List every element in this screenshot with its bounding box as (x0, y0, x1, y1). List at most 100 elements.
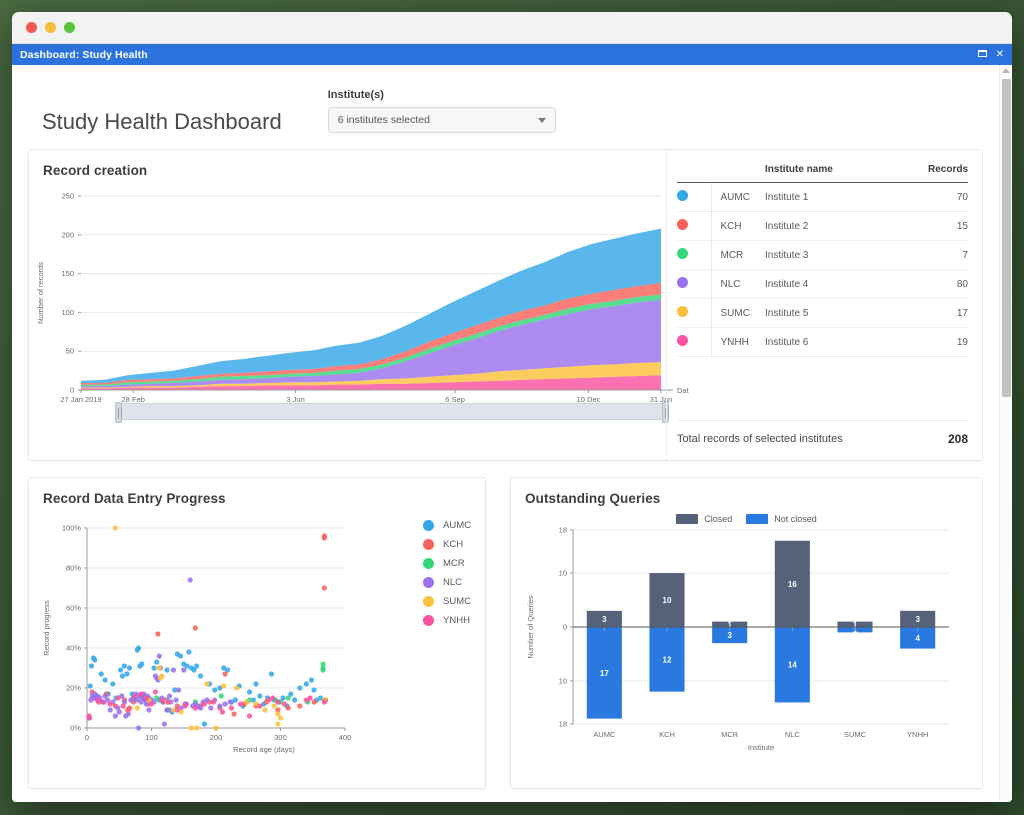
institute-name: Institute 6 (765, 327, 893, 357)
color-dot-icon (677, 248, 688, 259)
col-records: Records (892, 164, 968, 183)
outstanding-queries-title: Outstanding Queries (525, 491, 661, 506)
svg-text:3: 3 (915, 615, 920, 624)
app-titlebar: Dashboard: Study Health ✕ (12, 44, 1012, 65)
record-progress-title: Record Data Entry Progress (43, 491, 226, 506)
legend-color-box-icon (746, 514, 769, 524)
svg-text:3: 3 (602, 615, 607, 624)
scroll-up-arrow-icon[interactable] (1002, 68, 1010, 73)
svg-text:60%: 60% (66, 604, 81, 613)
date-range-slider[interactable] (115, 402, 669, 423)
legend-item[interactable]: MCR (423, 558, 471, 569)
institute-code: YNHH (711, 327, 765, 357)
app-title: Dashboard: Study Health (20, 48, 148, 61)
institute-records: 19 (892, 327, 968, 357)
record-creation-area-chart[interactable]: 05010015020025027 Jan 2019 28 Feb 3 Jun 6 S… (29, 178, 689, 428)
svg-text:KCH: KCH (659, 730, 675, 739)
legend-label: AUMC (443, 520, 471, 531)
svg-text:40%: 40% (66, 644, 81, 653)
scrollbar-thumb[interactable] (1002, 79, 1011, 397)
svg-text:17: 17 (600, 669, 609, 678)
outstanding-queries-bar-chart[interactable]: 181001018317AUMC1012KCH13MCR1614NLC11SUM… (511, 506, 981, 766)
svg-text:10: 10 (559, 569, 567, 578)
total-records-label: Total records of selected institutes (677, 433, 843, 445)
table-row[interactable]: KCH Institute 2 15 (677, 211, 968, 241)
legend-color-dot-icon (423, 558, 435, 569)
color-dot-icon (677, 190, 688, 201)
svg-text:Record progress: Record progress (42, 600, 51, 656)
bottom-row: Record Data Entry Progress 0% 20% 40% 60% 80… (28, 477, 983, 789)
table-row[interactable]: MCR Institute 37 (677, 240, 968, 270)
institute-name: Institute 4 (765, 269, 893, 299)
legend-label: Not closed (774, 514, 817, 524)
institute-name: Institute 2 (765, 211, 893, 241)
legend-item[interactable]: YNHH (423, 615, 471, 626)
legend-color-dot-icon (423, 520, 435, 531)
legend-label: KCH (443, 539, 464, 550)
legend-item[interactable]: AUMC (423, 520, 471, 531)
institute-color-swatch (677, 327, 712, 357)
svg-text:14: 14 (788, 661, 797, 670)
svg-text:250: 250 (61, 192, 74, 201)
institute-select[interactable]: 6 institutes selected (327, 107, 556, 133)
svg-text:3: 3 (727, 631, 732, 640)
svg-text:200: 200 (61, 230, 74, 239)
legend-label: Closed (704, 514, 733, 524)
close-icon[interactable]: ✕ (996, 49, 1004, 60)
institute-records: 80 (892, 269, 968, 299)
vertical-scrollbar[interactable] (999, 65, 1012, 802)
range-slider-handle-left[interactable] (115, 402, 122, 423)
table-row[interactable]: NLC Institute 4 80 (677, 269, 968, 299)
queries-legend: Closed Not closed (511, 514, 982, 524)
svg-text:100: 100 (145, 733, 158, 742)
svg-text:Number of records: Number of records (36, 262, 45, 324)
svg-text:Number of Queries: Number of Queries (526, 595, 535, 659)
legend-color-dot-icon (423, 596, 435, 607)
minimize-traffic-light[interactable] (45, 22, 56, 33)
table-row[interactable]: SUMC Institute 5 17 (677, 298, 968, 328)
institute-color-swatch (677, 298, 712, 328)
table-row[interactable]: YNHH Institute 6 19 (677, 327, 968, 357)
table-row[interactable]: AUMC Institute 1 70 (677, 182, 968, 212)
institute-filter-label: Institute(s) (327, 89, 384, 101)
svg-text:0: 0 (70, 386, 74, 395)
legend-item[interactable]: NLC (423, 577, 471, 588)
content-area: Study Health Dashboard Institute(s) 6 in… (12, 65, 1012, 802)
maximize-icon[interactable] (977, 49, 987, 60)
svg-text:0: 0 (563, 623, 567, 632)
svg-text:AUMC: AUMC (593, 730, 616, 739)
institute-code: SUMC (711, 298, 765, 328)
legend-color-dot-icon (423, 577, 435, 588)
svg-text:18: 18 (559, 720, 567, 729)
svg-text:18: 18 (559, 526, 567, 535)
institute-color-swatch (677, 182, 712, 212)
total-records-row: Total records of selected institutes 208 (677, 420, 968, 446)
col-code (711, 164, 765, 183)
svg-text:20%: 20% (66, 684, 81, 693)
legend-item[interactable]: Closed (676, 514, 732, 524)
close-traffic-light[interactable] (26, 22, 37, 33)
col-swatch (677, 164, 711, 183)
svg-text:200: 200 (210, 733, 223, 742)
legend-item[interactable]: KCH (423, 539, 471, 550)
svg-text:SUMC: SUMC (844, 730, 867, 739)
svg-text:300: 300 (274, 733, 287, 742)
mac-titlebar (12, 12, 1012, 44)
maximize-traffic-light[interactable] (64, 22, 75, 33)
legend-item[interactable]: Not closed (746, 514, 817, 524)
svg-text:MCR: MCR (721, 730, 739, 739)
record-progress-scatter-chart[interactable]: 0% 20% 40% 60% 80% 100% 0 100 200 300 400 Record ag… (29, 506, 449, 778)
svg-text:50: 50 (66, 347, 74, 356)
table-body: AUMC Institute 1 70 KCH Institute 2 15 MCR Inst… (677, 182, 968, 357)
color-dot-icon (677, 335, 688, 346)
color-dot-icon (677, 306, 688, 317)
institute-code: KCH (711, 211, 765, 241)
legend-item[interactable]: SUMC (423, 596, 471, 607)
svg-text:0: 0 (85, 733, 89, 742)
institute-code: NLC (711, 269, 765, 299)
institute-records: 7 (892, 240, 968, 270)
svg-text:10: 10 (663, 596, 672, 605)
institute-color-swatch (677, 211, 712, 241)
legend-color-dot-icon (423, 615, 435, 626)
institute-name: Institute 1 (765, 182, 893, 212)
